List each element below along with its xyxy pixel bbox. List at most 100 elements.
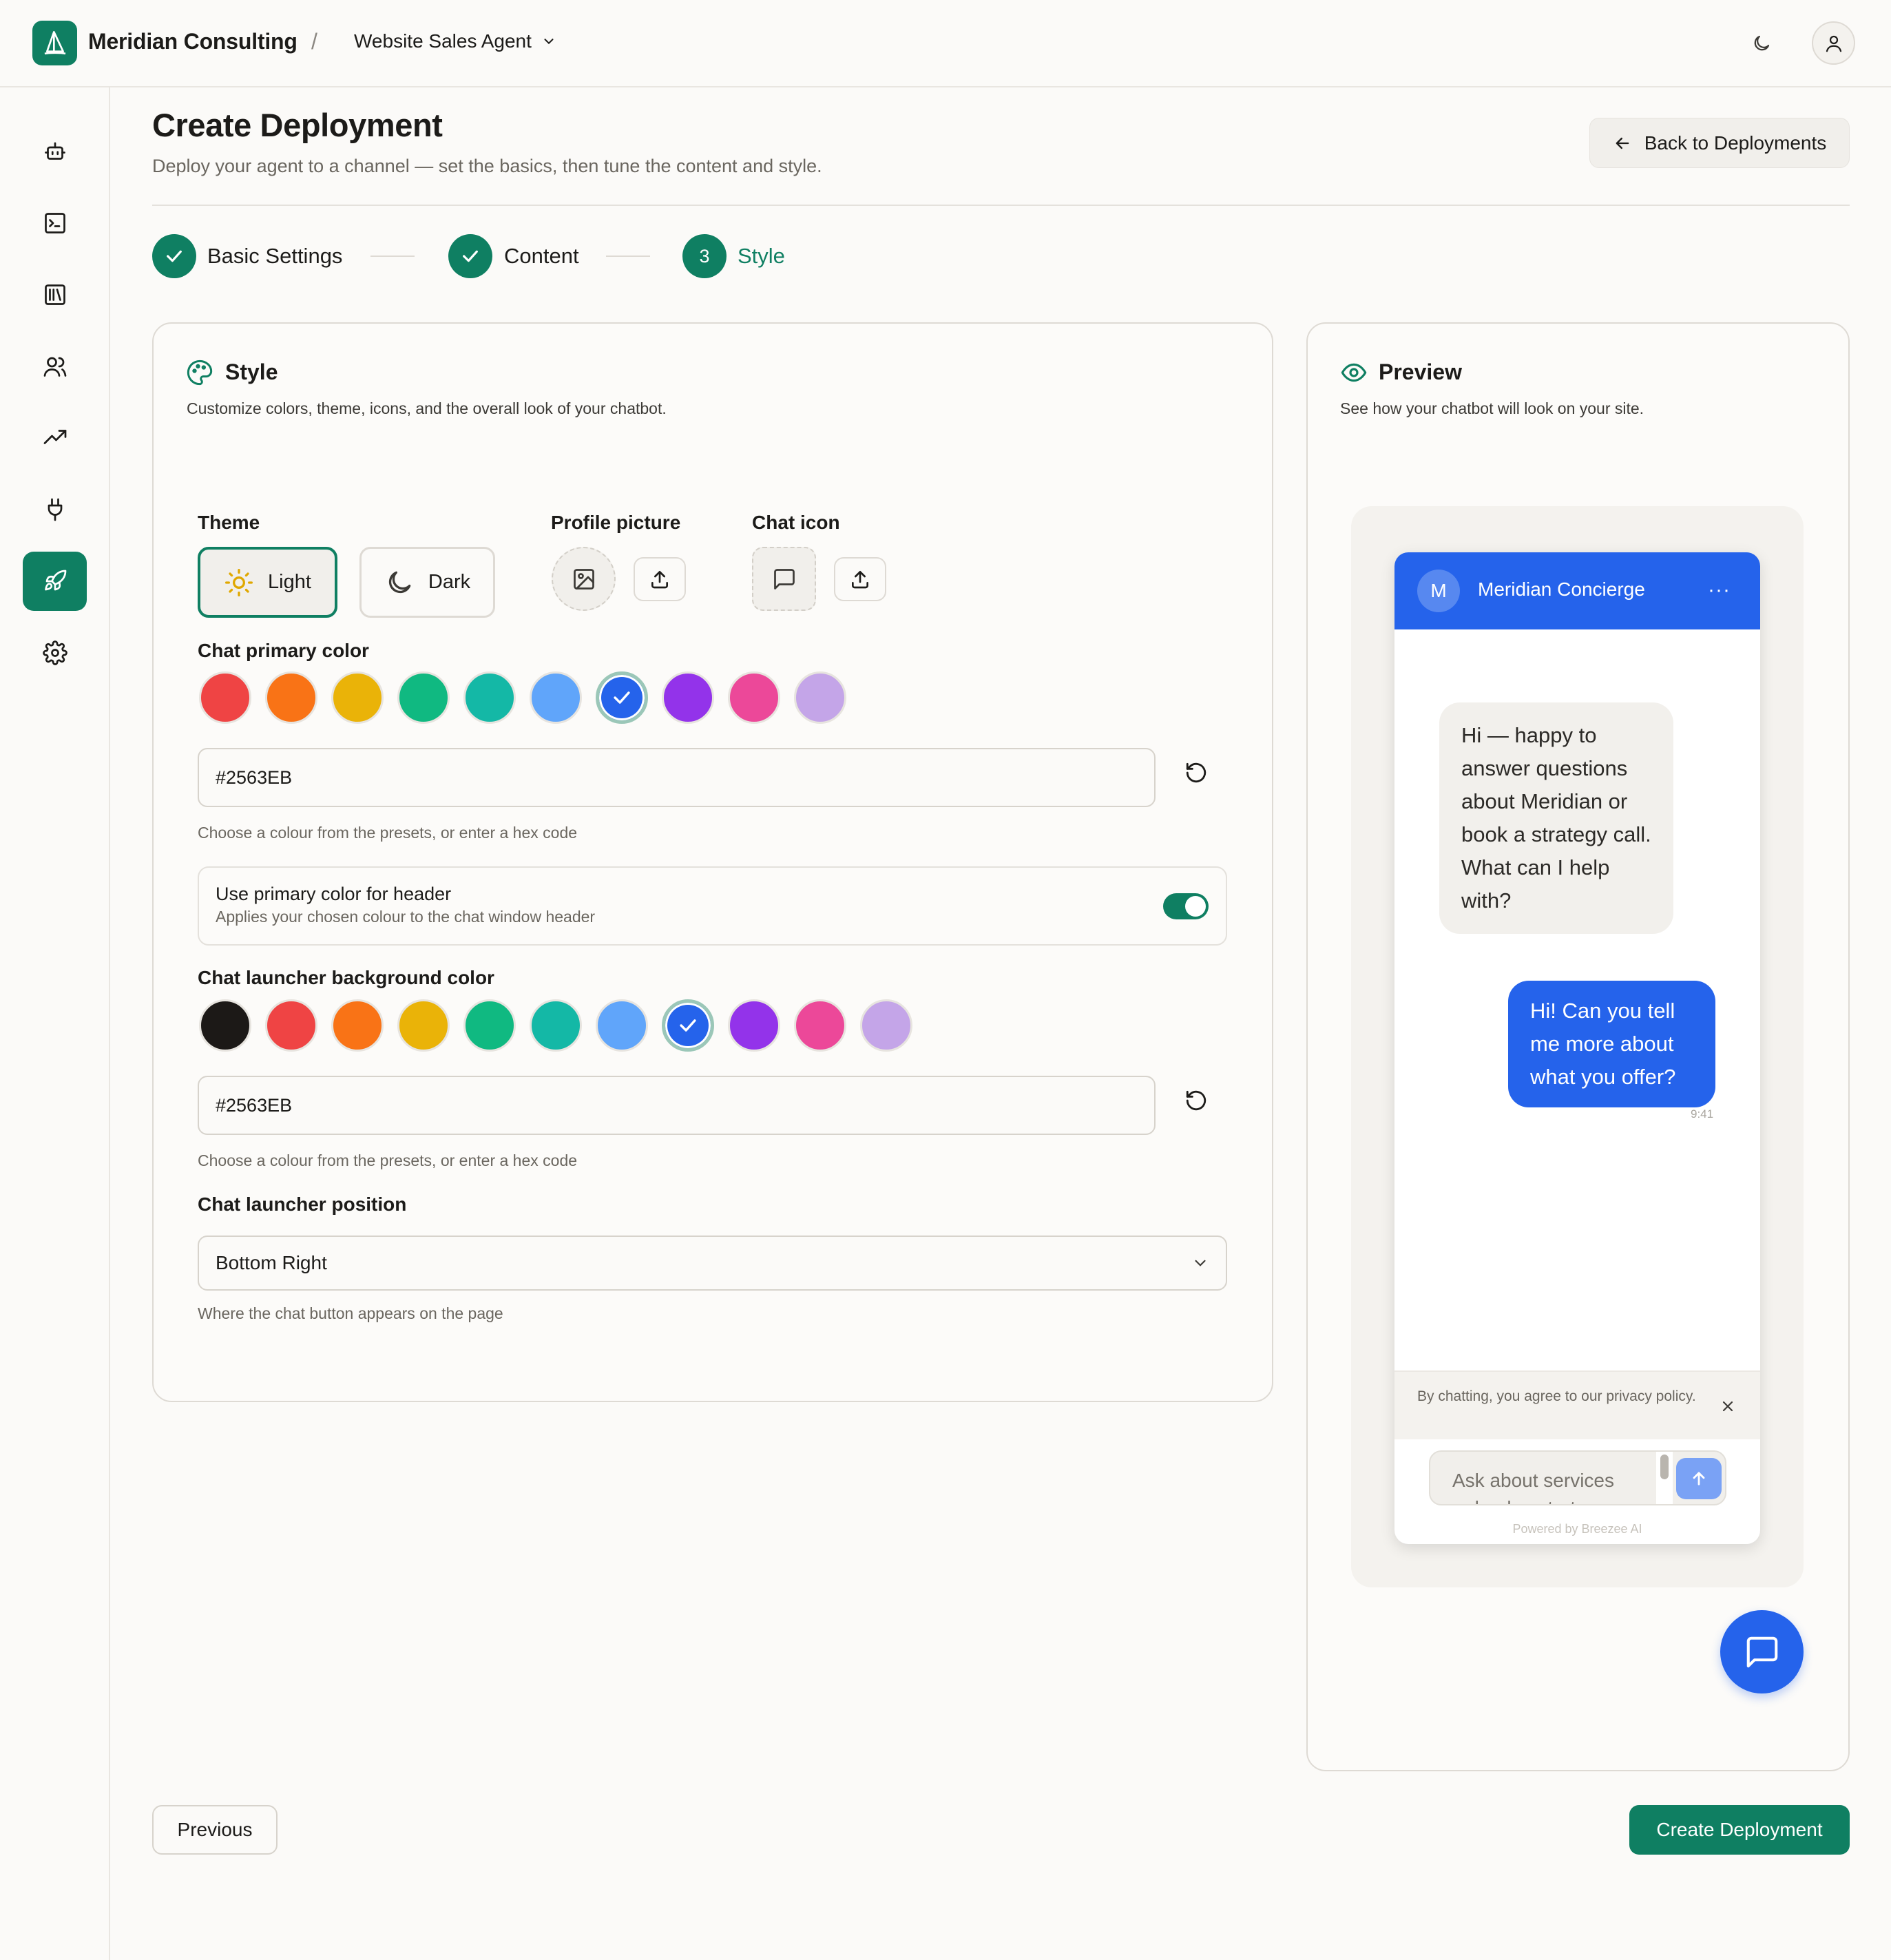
profile-picture-label: Profile picture [551, 512, 681, 533]
upload-chat-icon-button[interactable] [834, 557, 886, 601]
launcher-color-swatch[interactable] [728, 999, 780, 1052]
primary-color-swatch[interactable] [463, 671, 516, 724]
user-icon [1824, 33, 1844, 54]
chevron-down-icon [541, 34, 556, 49]
gear-icon [42, 640, 67, 665]
sidebar-item-console[interactable] [23, 194, 87, 253]
launcher-color-swatch[interactable] [794, 999, 846, 1052]
check-icon [599, 675, 645, 720]
theme-label: Theme [198, 512, 260, 533]
launcher-hex-help: Choose a colour from the presets, or ent… [198, 1151, 578, 1169]
launcher-color-swatch[interactable] [860, 999, 912, 1052]
theme-dark-label: Dark [428, 571, 471, 593]
privacy-notice-text: By chatting, you agree to our privacy po… [1417, 1388, 1696, 1404]
sidebar-item-settings[interactable] [23, 623, 87, 682]
check-icon [163, 245, 185, 267]
launcher-color-swatch[interactable] [530, 999, 582, 1052]
step-style-label[interactable]: Style [738, 244, 785, 269]
chat-icon-placeholder[interactable] [752, 547, 816, 611]
upload-profile-picture-button[interactable] [634, 557, 686, 601]
header-color-toggle-row [198, 866, 1227, 946]
logo-icon[interactable] [32, 21, 77, 65]
launcher-color-swatch[interactable] [331, 999, 384, 1052]
upload-icon [649, 568, 671, 590]
breadcrumb-separator: / [311, 29, 317, 54]
header-toggle-title: Use primary color for header [216, 884, 452, 904]
sidebar-item-integrations[interactable] [23, 480, 87, 539]
primary-color-swatch[interactable] [596, 671, 648, 724]
rotate-ccw-icon [1184, 761, 1208, 784]
sidebar-item-library[interactable] [23, 265, 87, 324]
users-icon [43, 354, 67, 379]
launcher-color-swatch[interactable] [596, 999, 648, 1052]
step-content-label[interactable]: Content [504, 244, 579, 269]
step-basic-settings-label[interactable]: Basic Settings [207, 244, 342, 269]
back-to-deployments-button[interactable]: Back to Deployments [1589, 118, 1850, 168]
user-menu-button[interactable] [1812, 21, 1855, 65]
reset-launcher-color-button[interactable] [1178, 1083, 1214, 1118]
primary-color-swatch[interactable] [199, 671, 251, 724]
primary-color-swatch[interactable] [728, 671, 780, 724]
reset-primary-color-button[interactable] [1178, 755, 1214, 791]
privacy-notice: By chatting, you agree to our privacy po… [1394, 1370, 1760, 1439]
sidebar-item-analytics[interactable] [23, 408, 87, 468]
primary-color-swatch[interactable] [530, 671, 582, 724]
primary-color-swatch[interactable] [265, 671, 317, 724]
create-deployment-button[interactable]: Create Deployment [1629, 1805, 1850, 1855]
message-timestamp: 9:41 [1691, 1107, 1714, 1120]
primary-color-swatch[interactable] [662, 671, 714, 724]
rotate-ccw-icon [1184, 1089, 1208, 1112]
org-name[interactable]: Meridian Consulting [88, 29, 297, 54]
sidebar-item-agents[interactable] [23, 122, 87, 181]
library-icon [43, 282, 67, 307]
chat-message-input[interactable]: Ask about services or book a strategy ca… [1429, 1450, 1726, 1505]
chat-icon-label: Chat icon [752, 512, 840, 533]
image-icon [572, 567, 596, 592]
step-style-number[interactable]: 3 [682, 234, 727, 278]
theme-light-button[interactable]: Light [198, 547, 337, 618]
primary-color-swatch[interactable] [331, 671, 384, 724]
dismiss-privacy-button[interactable] [1717, 1395, 1739, 1417]
launcher-position-select[interactable]: Bottom Right [198, 1236, 1227, 1291]
profile-picture-placeholder[interactable] [552, 547, 616, 611]
launcher-color-swatch[interactable] [463, 999, 516, 1052]
primary-hex-help: Choose a colour from the presets, or ent… [198, 824, 578, 842]
primary-color-swatch[interactable] [397, 671, 450, 724]
launcher-color-swatch[interactable] [199, 999, 251, 1052]
step-basic-settings-check[interactable] [152, 234, 196, 278]
sidebar-item-users[interactable] [23, 337, 87, 396]
chat-more-button[interactable]: ··· [1708, 578, 1731, 602]
step-connector [606, 256, 650, 257]
rocket-icon [43, 569, 67, 594]
step-content-check[interactable] [448, 234, 492, 278]
input-scrollbar[interactable] [1660, 1455, 1669, 1479]
primary-color-swatch[interactable] [794, 671, 846, 724]
launcher-color-swatch[interactable] [265, 999, 317, 1052]
top-bar: Meridian Consulting / Website Sales Agen… [0, 0, 1891, 87]
launcher-color-swatch[interactable] [662, 999, 714, 1052]
terminal-icon [43, 211, 67, 236]
style-card-title: Style [225, 359, 278, 384]
plug-icon [43, 497, 67, 522]
upload-icon [849, 568, 871, 590]
agent-selector[interactable]: Website Sales Agent [354, 30, 556, 52]
bot-icon [43, 139, 67, 164]
chat-input-placeholder: Ask about services or book a strategy ca… [1452, 1470, 1614, 1504]
message-square-icon [772, 567, 797, 592]
previous-button[interactable]: Previous [152, 1805, 278, 1855]
chat-launcher-button[interactable] [1720, 1610, 1804, 1693]
primary-hex-value: #2563EB [216, 767, 293, 788]
message-square-icon [1744, 1634, 1781, 1671]
primary-hex-input[interactable]: #2563EB [198, 748, 1156, 807]
launcher-position-help: Where the chat button appears on the pag… [198, 1304, 503, 1322]
sidebar-item-deployments[interactable] [23, 552, 87, 611]
header-color-toggle[interactable] [1163, 893, 1209, 919]
eye-icon [1340, 359, 1368, 386]
send-button[interactable] [1676, 1458, 1722, 1499]
launcher-position-label: Chat launcher position [198, 1193, 407, 1215]
theme-dark-button[interactable]: Dark [359, 547, 495, 618]
launcher-color-swatch[interactable] [397, 999, 450, 1052]
theme-toggle-button[interactable] [1746, 28, 1777, 59]
agent-name: Website Sales Agent [354, 30, 532, 52]
launcher-hex-input[interactable]: #2563EB [198, 1076, 1156, 1135]
